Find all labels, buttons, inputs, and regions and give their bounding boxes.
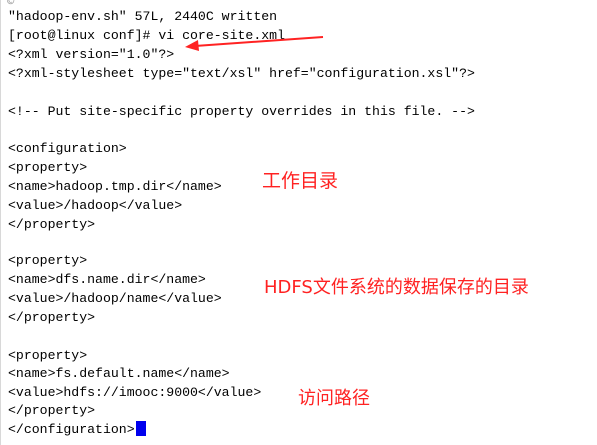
red-arrow-icon xyxy=(185,36,324,51)
terminal-window[interactable]: © "hadoop-env.sh" 57L, 2440C written [ro… xyxy=(0,0,597,445)
annotation-access-path: 访问路径 xyxy=(298,388,370,409)
annotation-hdfs-dir: HDFS文件系统的数据保存的目录 xyxy=(264,277,529,298)
annotation-working-dir: 工作目录 xyxy=(262,170,339,192)
